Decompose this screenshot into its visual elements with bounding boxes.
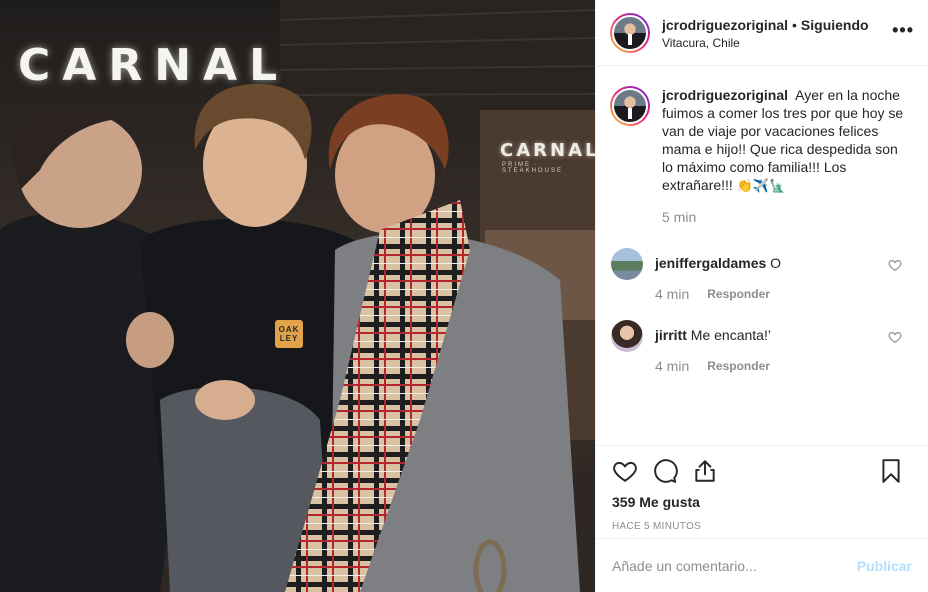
likes-count[interactable]: 359 Me gusta (612, 494, 912, 510)
post-photo[interactable]: CARNAL CARNAL PRIME · STEAKHOUSE OAK LEY (0, 0, 595, 592)
post-timestamp[interactable]: HACE 5 MINUTOS (612, 521, 912, 532)
author-username[interactable]: jcrodriguezoriginal (662, 17, 788, 33)
restaurant-sign: CARNAL (18, 40, 290, 91)
comment-username[interactable]: jirritt (655, 327, 687, 343)
bookmark-icon[interactable] (878, 458, 904, 484)
reply-button[interactable]: Responder (707, 287, 770, 301)
caption-time[interactable]: 5 min (662, 208, 907, 226)
share-icon[interactable] (692, 458, 718, 484)
author-avatar[interactable] (610, 12, 650, 53)
post-sidebar: jcrodriguezoriginal • Siguiendo Vitacura, … (595, 0, 928, 592)
post-header: jcrodriguezoriginal • Siguiendo Vitacura, … (596, 0, 928, 66)
like-comment-heart-icon[interactable] (888, 330, 902, 344)
commenter-avatar[interactable] (611, 248, 643, 280)
comments-section: jcrodriguezoriginal Ayer en la noche fui… (596, 66, 928, 445)
more-options-icon[interactable]: ••• (892, 20, 914, 41)
like-comment-heart-icon[interactable] (888, 258, 902, 272)
caption-username[interactable]: jcrodriguezoriginal (662, 87, 788, 103)
comment-item: jeniffergaldames O 4 min Responder (610, 248, 914, 302)
add-comment-bar: Publicar (596, 538, 928, 592)
comment-time[interactable]: 4 min (655, 358, 689, 374)
caption-avatar[interactable] (610, 86, 650, 126)
comment-input[interactable] (612, 557, 857, 574)
comment-time[interactable]: 4 min (655, 286, 689, 302)
post-caption: jcrodriguezoriginal Ayer en la noche fui… (610, 86, 914, 226)
comment-text: O (770, 255, 782, 271)
comment-bubble-icon[interactable] (652, 458, 678, 484)
comment-item: jirritt Me encanta!’ 4 min Responder (610, 320, 914, 374)
hoodie-logo: OAK LEY (275, 320, 303, 348)
restaurant-sign-subtitle: PRIME · STEAKHOUSE (502, 162, 564, 174)
post-actions: 359 Me gusta HACE 5 MINUTOS (596, 445, 928, 538)
caption-emojis: 👏✈️🗽 (736, 178, 786, 193)
post-location[interactable]: Vitacura, Chile (662, 36, 869, 50)
commenter-avatar[interactable] (611, 320, 643, 352)
like-heart-icon[interactable] (612, 458, 638, 484)
reply-button[interactable]: Responder (707, 359, 770, 373)
separator-dot: • (792, 16, 797, 33)
publish-button[interactable]: Publicar (857, 558, 912, 574)
comment-text: Me encanta!’ (690, 327, 771, 343)
restaurant-sign-small: CARNAL (500, 140, 595, 161)
comment-username[interactable]: jeniffergaldames (655, 255, 766, 271)
following-button[interactable]: Siguiendo (801, 17, 869, 33)
